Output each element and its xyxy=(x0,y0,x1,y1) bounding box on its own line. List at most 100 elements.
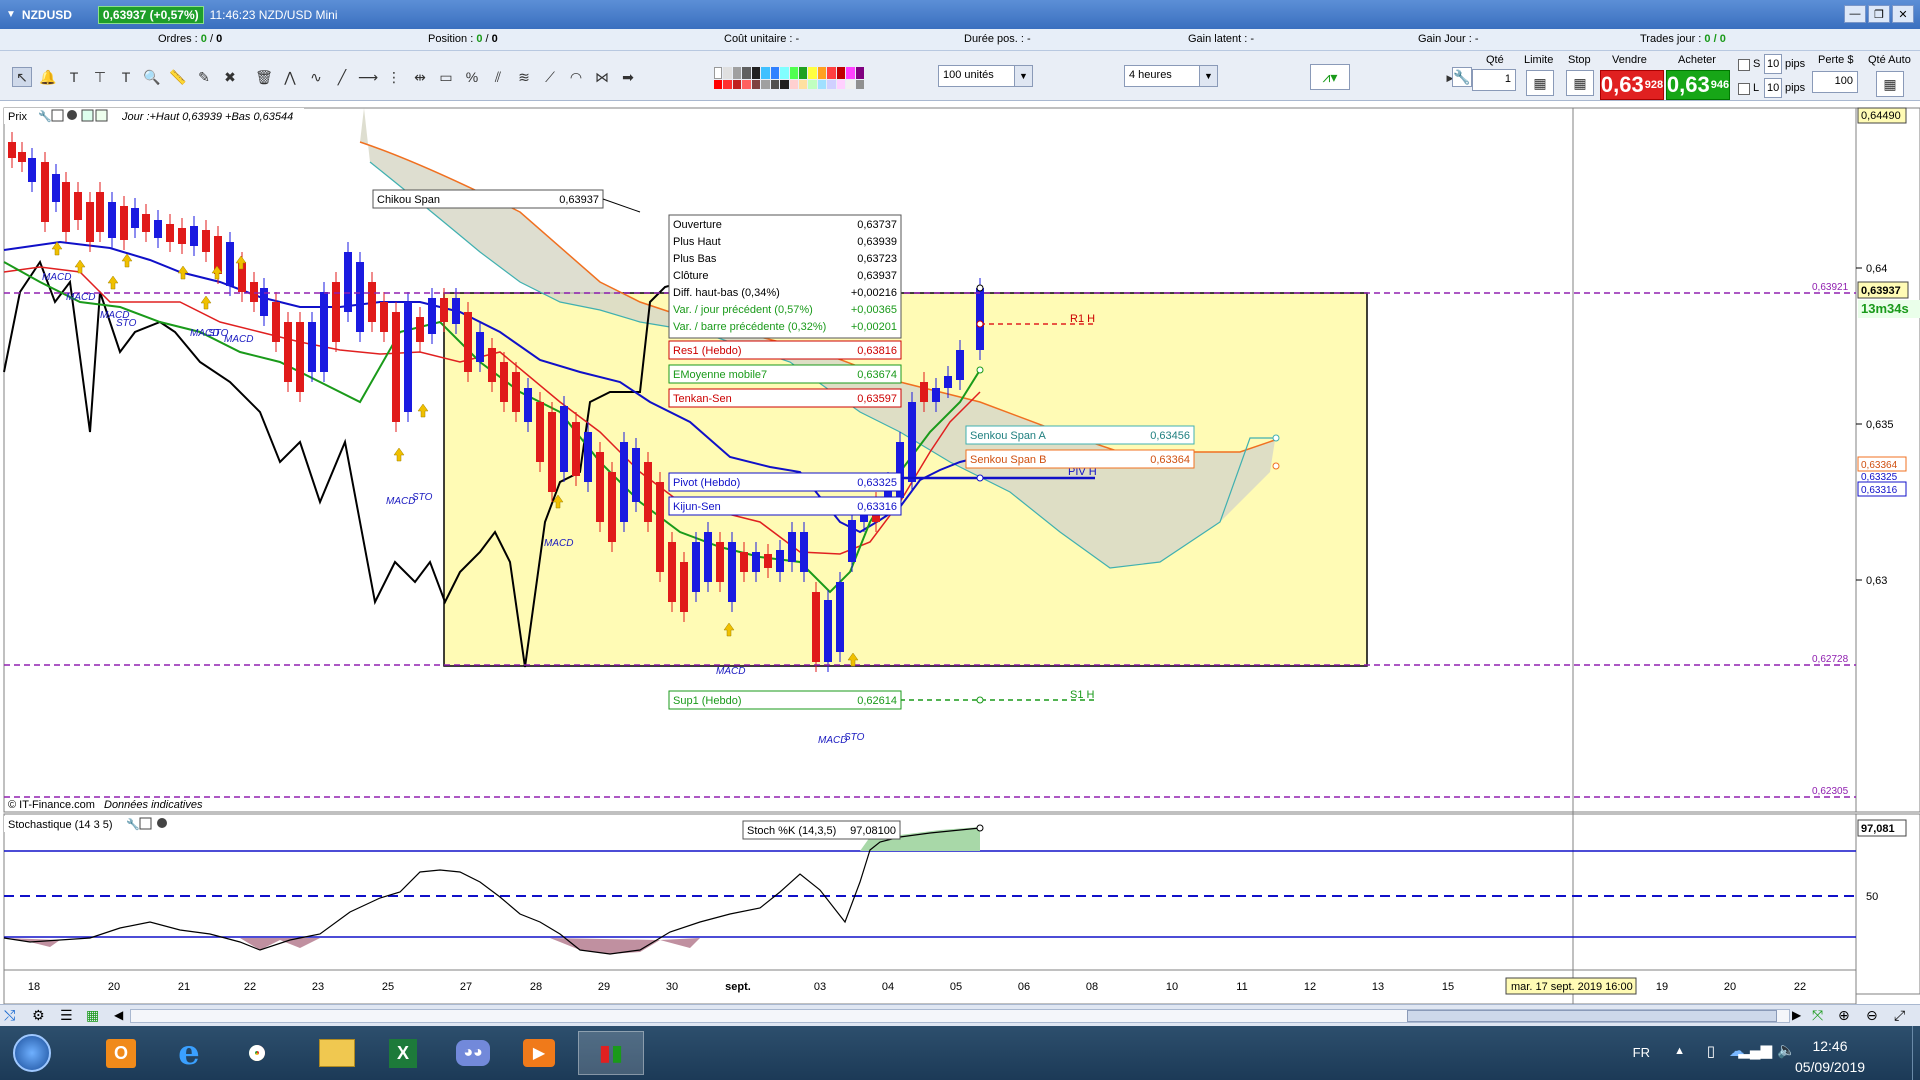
alert-icon[interactable]: 🔔 xyxy=(38,67,58,87)
chart-type-icon[interactable]: ⩘▾ xyxy=(1310,64,1350,90)
scroll-thumb[interactable] xyxy=(1407,1010,1777,1022)
discord-icon[interactable]: ◕◕ xyxy=(444,1031,502,1075)
price-chart[interactable]: R1 H PIV H S1 H MACD MACD MACD STO MACD … xyxy=(0,102,1920,1004)
file-explorer-icon[interactable] xyxy=(308,1031,366,1075)
fullscreen-icon[interactable]: ⤢ xyxy=(1894,1007,1905,1024)
limit-order-icon[interactable]: ▦ xyxy=(1526,70,1554,96)
clock-date[interactable]: 05/09/2019 xyxy=(1780,1059,1880,1075)
limit-checkbox[interactable] xyxy=(1738,83,1750,95)
macd-annotation: MACD xyxy=(716,666,745,677)
label-tool-icon[interactable]: ⊤ xyxy=(90,67,110,87)
minimize-icon[interactable]: — xyxy=(1844,5,1866,23)
vertical-line-icon[interactable]: ⋮ xyxy=(384,67,404,87)
text-tool-icon[interactable]: T xyxy=(64,67,84,87)
time-tick: sept. xyxy=(725,981,751,993)
fan-tool-icon[interactable]: ⟋ xyxy=(540,67,560,87)
close-panel-icon[interactable] xyxy=(157,818,167,828)
buy-button[interactable]: 0,63 946 xyxy=(1666,70,1730,100)
time-tick: 13 xyxy=(1372,981,1384,993)
channel-tool-icon[interactable]: ⫽ xyxy=(488,67,508,87)
price-tick: 0,64490 xyxy=(1861,110,1901,122)
day-high-low: Jour :+Haut 0,63939 +Bas 0,63544 xyxy=(121,111,293,123)
candle xyxy=(250,282,258,302)
trendline-icon[interactable]: ╱ xyxy=(332,67,352,87)
start-button[interactable] xyxy=(4,1031,60,1075)
tray-expand-icon[interactable]: ▲ xyxy=(1674,1045,1685,1057)
trading-app-icon[interactable]: ▮ ▮ xyxy=(578,1031,644,1075)
fibonacci-icon[interactable]: ≋ xyxy=(514,67,534,87)
tooltip-label: Ouverture xyxy=(673,219,722,231)
close-icon[interactable]: ✕ xyxy=(1892,5,1914,23)
pips-s-input[interactable]: 10 xyxy=(1764,54,1782,74)
excel-icon[interactable]: X xyxy=(374,1031,432,1075)
sell-button[interactable]: 0,63 928 xyxy=(1600,70,1664,100)
color-palette[interactable] xyxy=(714,67,864,89)
wrench-icon[interactable]: 🔧 xyxy=(1452,67,1472,87)
svg-text:Tenkan-Sen: Tenkan-Sen xyxy=(673,393,732,405)
candle xyxy=(28,158,36,182)
tray-app-icon[interactable]: ▯ xyxy=(1707,1042,1715,1060)
add-icon[interactable] xyxy=(95,109,108,122)
auto-qty-icon[interactable]: ▦ xyxy=(1876,71,1904,97)
candle xyxy=(284,322,292,382)
expand-icon[interactable] xyxy=(81,109,94,122)
chrome-icon[interactable] xyxy=(228,1031,286,1075)
restore-icon[interactable]: ❐ xyxy=(1868,5,1890,23)
cycle-tool-icon[interactable]: ◠ xyxy=(566,67,586,87)
zoom-icon[interactable]: 🔍 xyxy=(142,67,162,87)
settings-icon[interactable]: 🔧 xyxy=(126,817,140,831)
stop-order-icon[interactable]: ▦ xyxy=(1566,70,1594,96)
scroll-right-icon[interactable]: ▶ xyxy=(1792,1008,1801,1022)
fit-icon[interactable]: ⤧ xyxy=(1812,1007,1823,1024)
zoom-in-icon[interactable]: ⊕ xyxy=(1838,1007,1850,1024)
ruler-icon[interactable]: 📏 xyxy=(168,67,188,87)
rectangle-tool-icon[interactable]: ▭ xyxy=(436,67,456,87)
loss-input[interactable]: 100 xyxy=(1812,71,1858,93)
svg-text:0,63316: 0,63316 xyxy=(857,501,897,513)
window-icon[interactable] xyxy=(139,817,152,830)
pointer-tool-icon[interactable]: ↖ xyxy=(12,67,32,87)
show-desktop-button[interactable] xyxy=(1912,1026,1920,1080)
settings-icon[interactable]: 🔧 xyxy=(38,109,52,123)
clock-time[interactable]: 12:46 xyxy=(1780,1038,1880,1054)
horizontal-line-icon[interactable]: ⇹ xyxy=(410,67,430,87)
pips-l-input[interactable]: 10 xyxy=(1764,78,1782,98)
tools-icon[interactable]: ⚙ xyxy=(32,1007,45,1024)
candle xyxy=(154,220,162,238)
menu-icon[interactable]: ▼ xyxy=(6,9,16,20)
candle xyxy=(344,252,352,312)
grid-icon[interactable]: ▦ xyxy=(86,1007,99,1024)
percent-tool-icon[interactable]: % xyxy=(462,67,482,87)
forward-arrow-icon[interactable]: ➡ xyxy=(618,67,638,87)
symbol-name: NZDUSD xyxy=(21,7,72,22)
internet-explorer-icon[interactable]: e xyxy=(160,1031,218,1075)
trash-icon[interactable]: 🗑 xyxy=(254,67,274,87)
pen-icon[interactable]: ✎ xyxy=(194,67,214,87)
outlook-app-icon[interactable]: O xyxy=(92,1031,150,1075)
pattern-tool-icon[interactable]: ⋈ xyxy=(592,67,612,87)
candle xyxy=(8,142,16,158)
wave-icon[interactable]: ∿ xyxy=(306,67,326,87)
scroll-left-icon[interactable]: ◀ xyxy=(114,1008,123,1022)
time-tick: 12 xyxy=(1304,981,1316,993)
share-icon[interactable]: ⤭ xyxy=(4,1007,15,1024)
arrow-tool-icon[interactable]: ⟶ xyxy=(358,67,378,87)
title-bar: ▼ NZDUSD 0,63937 (+0,57%) 11:46:23 NZD/U… xyxy=(0,0,1920,29)
language-indicator[interactable]: FR xyxy=(1633,1045,1650,1060)
zoom-out-icon[interactable]: ⊖ xyxy=(1866,1007,1878,1024)
bottom-scrollbar[interactable]: ⤭ ⚙ ☰ ▦ ◀ ▶ ⤧ ⊕ ⊖ ⤢ xyxy=(0,1004,1920,1026)
stop-checkbox[interactable] xyxy=(1738,59,1750,71)
units-select[interactable]: 100 unités ▼ xyxy=(938,65,1033,87)
period-select[interactable]: 4 heures ▼ xyxy=(1124,65,1218,87)
time-tick: 27 xyxy=(460,981,472,993)
media-player-icon[interactable]: ▶ xyxy=(510,1031,568,1075)
text-box-icon[interactable]: T xyxy=(116,67,136,87)
qty-input[interactable]: 1 xyxy=(1472,69,1516,91)
scroll-track[interactable] xyxy=(130,1009,1790,1023)
indicator-icon[interactable]: ⋀ xyxy=(280,67,300,87)
list-icon[interactable]: ☰ xyxy=(60,1007,73,1024)
close-panel-icon[interactable] xyxy=(67,110,77,120)
network-icon[interactable]: ▂▄▆ xyxy=(1738,1041,1772,1059)
delete-drawings-icon[interactable]: ✖ xyxy=(220,67,240,87)
window-icon[interactable] xyxy=(51,109,64,122)
